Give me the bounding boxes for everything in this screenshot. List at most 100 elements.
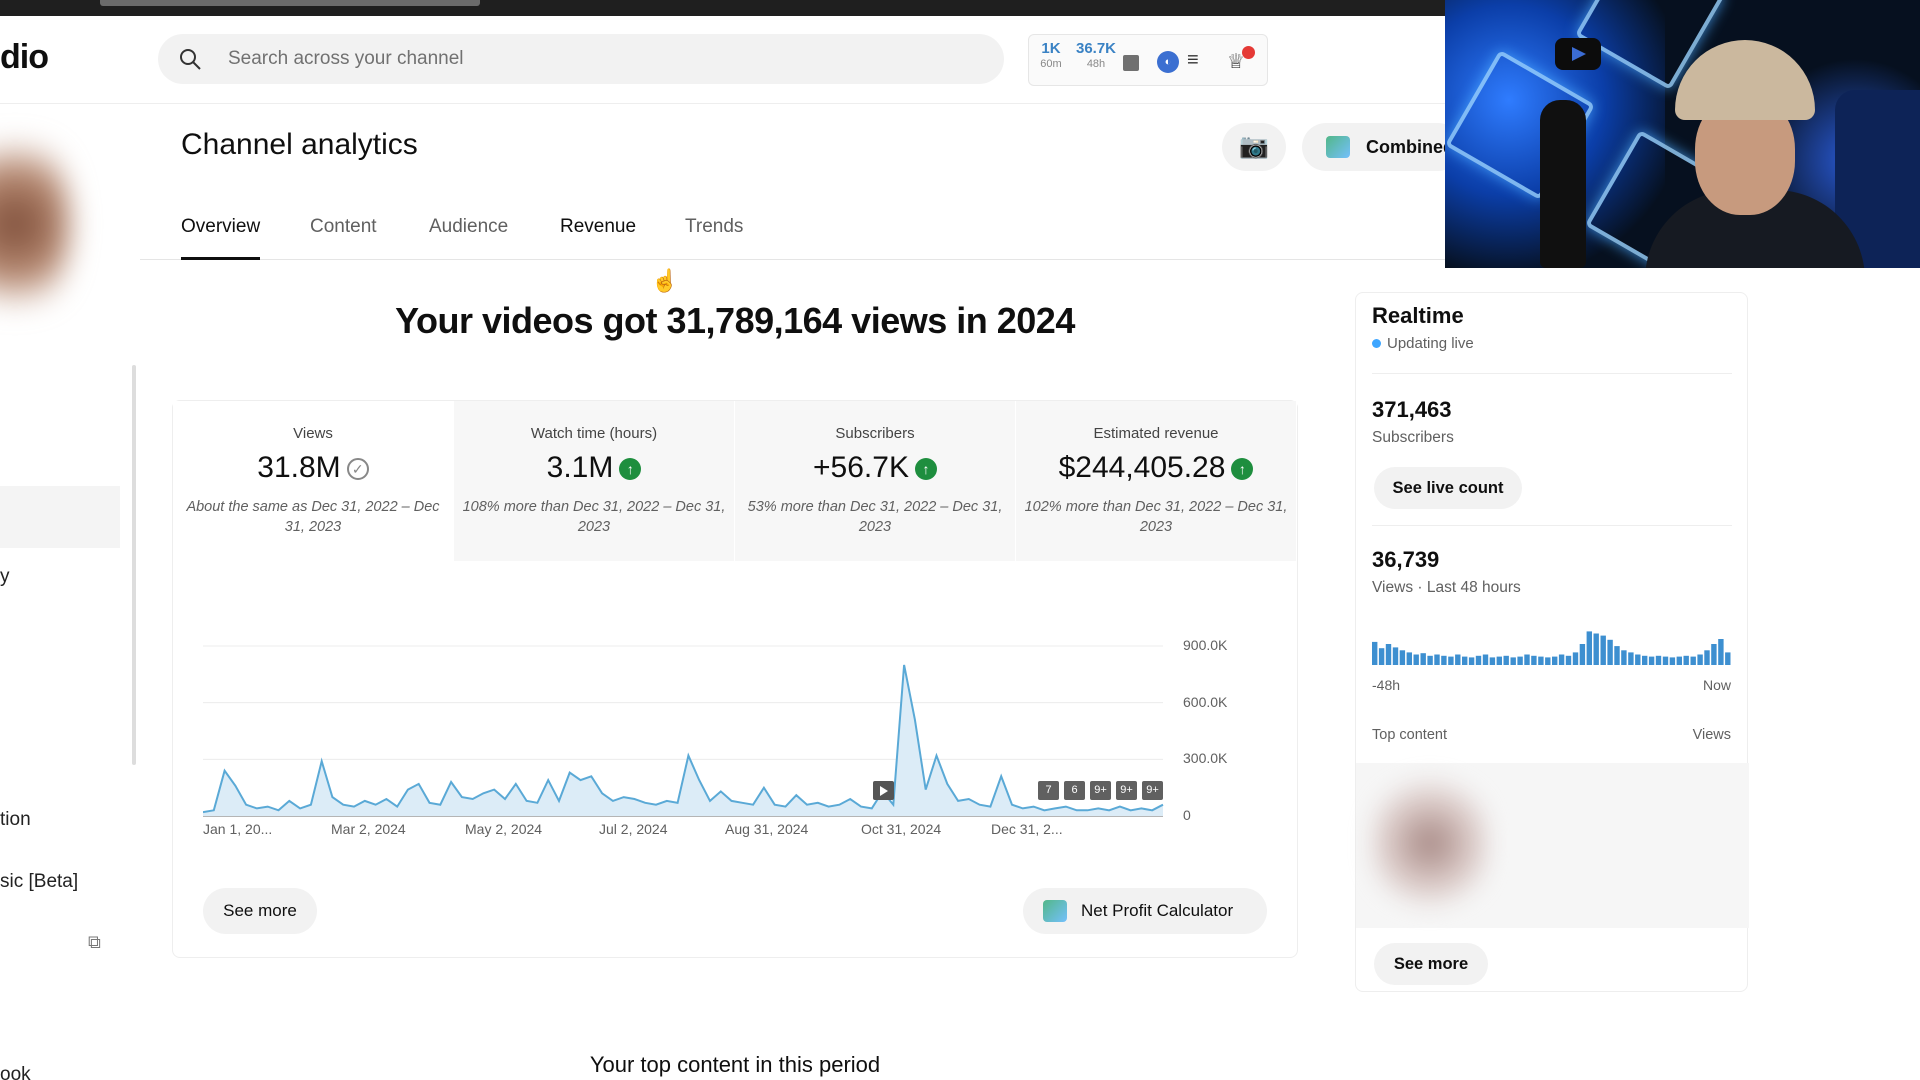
- video-marker[interactable]: 6: [1064, 781, 1085, 800]
- metric-label: Estimated revenue: [1093, 425, 1219, 442]
- metric-label: Subscribers: [835, 425, 915, 442]
- realtime-views-count: 36,739: [1372, 547, 1440, 572]
- realtime-bar: [1662, 656, 1669, 665]
- subscriber-label: Subscribers: [1372, 429, 1454, 446]
- video-marker[interactable]: 9+: [1142, 781, 1163, 800]
- realtime-bar: [1607, 639, 1613, 665]
- realtime-bar: [1565, 655, 1572, 665]
- video-marker[interactable]: 9+: [1116, 781, 1137, 800]
- x-tick-label: Jul 2, 2024: [599, 821, 668, 837]
- metric-estimated-revenue[interactable]: Estimated revenue $244,405.28 ↑ 102% more…: [1016, 401, 1297, 561]
- x-tick-label: Dec 31, 2...: [991, 821, 1063, 837]
- y-tick-label: 600.0K: [1183, 693, 1228, 710]
- bar-chart-icon[interactable]: [1123, 55, 1139, 71]
- metric-subscribers[interactable]: Subscribers +56.7K ↑ 53% more than Dec 31…: [735, 401, 1016, 561]
- realtime-views-label: Views · Last 48 hours: [1372, 579, 1521, 596]
- video-marker[interactable]: 7: [1038, 781, 1059, 800]
- realtime-bar: [1545, 657, 1551, 665]
- realtime-bar: [1524, 654, 1530, 665]
- realtime-bar: [1642, 655, 1648, 665]
- tab-trends[interactable]: Trends: [685, 216, 743, 260]
- sidebar-item-partial[interactable]: tion: [0, 809, 31, 831]
- search-icon: [180, 49, 201, 70]
- x-tick-label: May 2, 2024: [465, 821, 543, 837]
- realtime-bar: [1676, 656, 1682, 665]
- y-tick-label: 300.0K: [1183, 750, 1228, 767]
- top-content-item[interactable]: [1356, 763, 1749, 928]
- extension-icon[interactable]: ◐: [1157, 51, 1179, 73]
- top-content-heading: Your top content in this period: [589, 1052, 881, 1077]
- channel-avatar[interactable]: [0, 124, 70, 324]
- x-tick-label: Aug 31, 2024: [725, 821, 809, 837]
- calculator-logo-icon: [1043, 900, 1067, 922]
- metric-label: Watch time (hours): [530, 425, 658, 442]
- realtime-bar: [1711, 644, 1717, 665]
- realtime-bar: [1503, 655, 1509, 665]
- see-live-count-button[interactable]: See live count: [1374, 467, 1522, 509]
- net-profit-calculator-button[interactable]: Net Profit Calculator: [1023, 888, 1267, 934]
- studio-header: dio 1K 60m 36.7K 48h ◐ ≡ ♕: [0, 16, 1445, 104]
- top-content-label: Top content: [1372, 727, 1447, 743]
- realtime-bar: [1600, 635, 1606, 665]
- divider: [1372, 373, 1732, 374]
- sidebar-item-partial[interactable]: ook: [0, 1064, 31, 1080]
- tab-revenue[interactable]: Revenue: [560, 216, 636, 260]
- subscriber-count: 371,463: [1372, 397, 1452, 422]
- search-input[interactable]: [228, 34, 928, 84]
- tab-content[interactable]: Content: [310, 216, 377, 260]
- sidebar-item-partial[interactable]: y: [0, 566, 10, 588]
- views-chart[interactable]: 900.0K 600.0K 300.0K 0: [203, 616, 1263, 856]
- arrow-up-icon: ↑: [914, 458, 937, 481]
- screenshot-button[interactable]: 📷: [1222, 123, 1286, 171]
- realtime-bar: [1496, 656, 1502, 665]
- sidebar-item-partial[interactable]: sic [Beta]: [0, 871, 78, 893]
- streamer: [1645, 40, 1865, 268]
- realtime-bar: [1683, 655, 1689, 665]
- metric-views[interactable]: Views 31.8M ✓ About the same as Dec 31, 2…: [173, 401, 454, 561]
- tab-audience[interactable]: Audience: [429, 216, 508, 260]
- realtime-bar: [1399, 650, 1406, 665]
- video-marker[interactable]: 9+: [1090, 781, 1111, 800]
- realtime-bar: [1468, 657, 1475, 665]
- realtime-bar: [1489, 657, 1496, 665]
- realtime-stat-widget[interactable]: 1K 60m 36.7K 48h ◐ ≡ ♕: [1028, 34, 1268, 86]
- metric-watch-time[interactable]: Watch time (hours) 3.1M ↑ 108% more than …: [454, 401, 735, 561]
- views-headline: Your videos got 31,789,164 views in 2024: [395, 300, 1075, 341]
- play-icon[interactable]: [873, 781, 894, 800]
- combined-button[interactable]: Combined: [1302, 123, 1462, 171]
- axis-end-label: Now: [1702, 677, 1731, 693]
- browser-tab[interactable]: [100, 0, 480, 6]
- overview-card: Views 31.8M ✓ About the same as Dec 31, 2…: [172, 400, 1298, 958]
- views-chart-svg: [203, 645, 1164, 817]
- sidebar-item-selected[interactable]: [0, 486, 120, 548]
- tab-overview[interactable]: Overview: [181, 216, 261, 260]
- realtime-bar: [1572, 652, 1579, 665]
- search-bar[interactable]: [158, 34, 1004, 84]
- realtime-bar: [1552, 656, 1558, 665]
- realtime-bar: [1434, 654, 1440, 665]
- studio-logo[interactable]: dio: [0, 38, 49, 77]
- realtime-bar: [1558, 654, 1565, 665]
- live-status: Updating live: [1372, 335, 1474, 352]
- see-more-button[interactable]: See more: [1374, 943, 1488, 985]
- see-more-button[interactable]: See more: [203, 888, 317, 934]
- stat-48h-label: 48h: [1086, 58, 1106, 70]
- sidebar-scrollbar[interactable]: [132, 365, 136, 765]
- metric-comparison: About the same as Dec 31, 2022 – Dec 31,…: [186, 499, 440, 535]
- stat-60m-value: 1K: [1041, 40, 1061, 57]
- menu-icon[interactable]: ≡: [1187, 50, 1205, 70]
- live-dot-icon: [1372, 339, 1381, 348]
- axis-start-label: -48h: [1372, 677, 1401, 693]
- external-link-icon[interactable]: ⧉: [88, 932, 101, 953]
- realtime-bar: [1475, 655, 1482, 665]
- realtime-bar: [1510, 657, 1516, 665]
- streamer-cap: [1675, 40, 1815, 120]
- stat-60m: 1K 60m: [1035, 41, 1067, 70]
- realtime-bar: [1648, 656, 1655, 665]
- metric-value: 3.1M: [546, 451, 614, 484]
- realtime-bar: [1718, 639, 1724, 665]
- realtime-bar-chart[interactable]: [1372, 623, 1732, 665]
- y-tick-label: 900.0K: [1183, 637, 1228, 653]
- stat-60m-label: 60m: [1040, 58, 1062, 70]
- trophy-icon[interactable]: ♕: [1227, 46, 1255, 75]
